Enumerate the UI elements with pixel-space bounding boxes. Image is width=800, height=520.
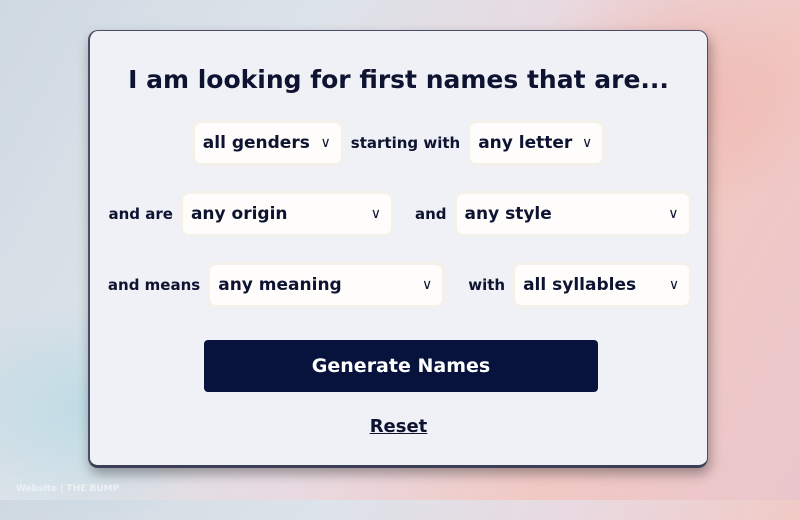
- syllables-select-value: all syllables: [523, 275, 637, 295]
- origin-select-value: any origin: [190, 204, 288, 224]
- style-select-value: any style: [464, 204, 552, 224]
- watermark: Website | THE BUMP: [16, 484, 120, 494]
- chevron-down-icon: ∨: [320, 135, 331, 151]
- and-label: and: [414, 205, 447, 223]
- reset-link[interactable]: Reset: [90, 416, 707, 437]
- name-generator-card: I am looking for first names that are...…: [88, 30, 708, 468]
- letter-select-value: any letter: [478, 133, 573, 153]
- page-title: I am looking for first names that are...: [128, 65, 669, 94]
- and-means-label: and means: [107, 276, 201, 294]
- chevron-down-icon: ∨: [668, 206, 679, 222]
- meaning-select-value: any meaning: [218, 275, 342, 295]
- gender-select-value: all genders: [202, 133, 310, 153]
- chevron-down-icon: ∨: [581, 135, 593, 151]
- chevron-down-icon: ∨: [421, 277, 433, 293]
- row-meaning-syllables: and means any meaning ∨ with all syllabl…: [90, 265, 707, 305]
- row-origin-style: and are any origin ∨ and any style ∨: [90, 194, 707, 234]
- origin-select[interactable]: any origin ∨: [182, 194, 391, 234]
- gender-select[interactable]: all genders ∨: [194, 123, 341, 163]
- starting-with-label: starting with: [350, 134, 461, 152]
- with-label: with: [468, 276, 506, 294]
- style-select[interactable]: any style ∨: [456, 194, 689, 234]
- chevron-down-icon: ∨: [668, 277, 680, 293]
- and-are-label: and are: [108, 205, 173, 223]
- letter-select[interactable]: any letter ∨: [470, 123, 603, 163]
- row-gender-letter: all genders ∨ starting with any letter ∨: [90, 123, 707, 163]
- generate-names-button[interactable]: Generate Names: [204, 340, 598, 392]
- chevron-down-icon: ∨: [370, 206, 381, 222]
- meaning-select[interactable]: any meaning ∨: [210, 265, 443, 305]
- syllables-select[interactable]: all syllables ∨: [515, 265, 690, 305]
